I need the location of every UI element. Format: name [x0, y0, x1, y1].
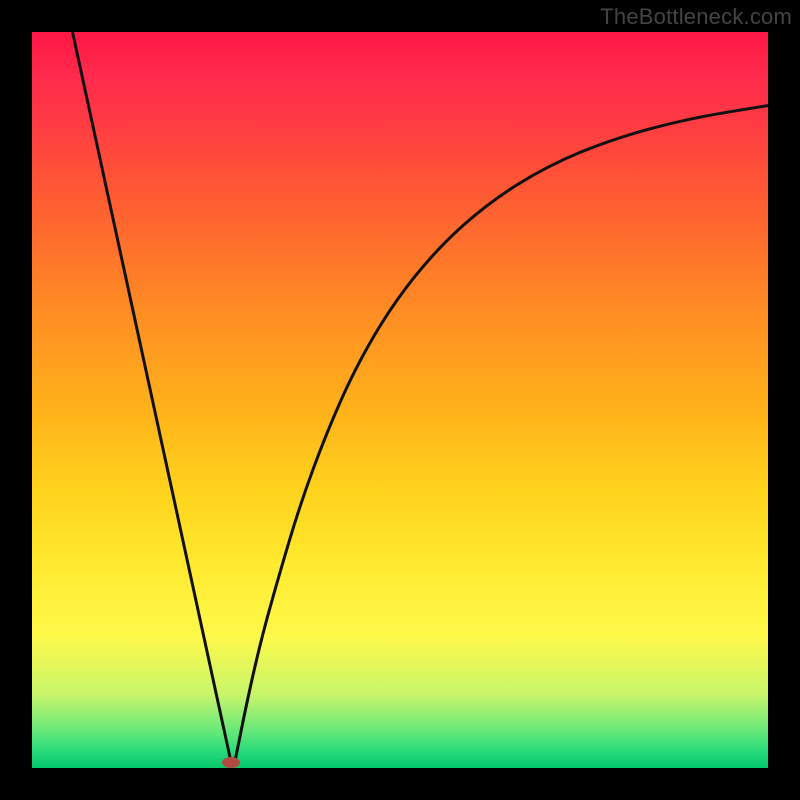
watermark-text: TheBottleneck.com — [600, 4, 792, 30]
optimal-marker — [222, 757, 240, 768]
bottleneck-curve — [32, 32, 768, 768]
curve-path — [73, 32, 769, 761]
plot-area — [32, 32, 768, 768]
chart-frame: TheBottleneck.com — [0, 0, 800, 800]
